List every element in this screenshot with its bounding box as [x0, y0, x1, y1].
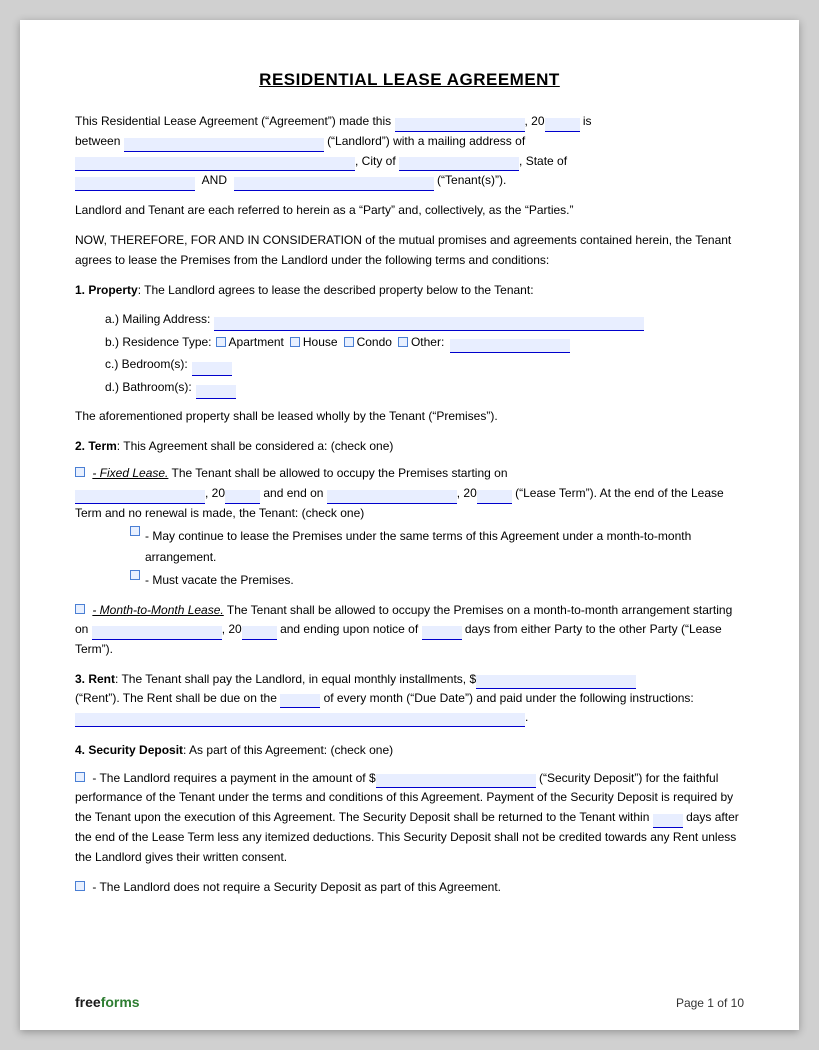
freeforms-logo: freeforms — [75, 994, 140, 1010]
house-checkbox-item: House — [290, 331, 338, 354]
section1-heading: 1. Property: The Landlord agrees to leas… — [75, 281, 744, 300]
premises-note: The aforementioned property shall be lea… — [75, 407, 744, 427]
house-label: House — [303, 331, 338, 354]
intro-paragraph: This Residential Lease Agreement (“Agree… — [75, 112, 744, 191]
landlord-name-field[interactable] — [124, 138, 324, 152]
sub-option-vacate: - Must vacate the Premises. — [130, 570, 744, 590]
security-deposit-amount-field[interactable] — [376, 774, 536, 788]
section2-heading: 2. Term: This Agreement shall be conside… — [75, 437, 744, 456]
logo-free: free — [75, 994, 101, 1010]
fixed-end-date-field[interactable] — [327, 490, 457, 504]
intro-line1: This Residential Lease Agreement (“Agree… — [75, 114, 391, 128]
parties-note: Landlord and Tenant are each referred to… — [75, 201, 744, 221]
other-label: Other: — [411, 331, 444, 354]
footer: freeforms Page 1 of 10 — [75, 994, 744, 1010]
state-field[interactable] — [75, 177, 195, 191]
apartment-label: Apartment — [229, 331, 284, 354]
house-checkbox[interactable] — [290, 337, 300, 347]
consideration-text: NOW, THEREFORE, FOR AND IN CONSIDERATION… — [75, 231, 744, 271]
condo-checkbox-item: Condo — [344, 331, 392, 354]
other-checkbox-item: Other: — [398, 331, 444, 354]
rent-amount-field[interactable] — [476, 675, 636, 689]
year-field[interactable] — [545, 118, 580, 132]
security-deposit-checkbox[interactable] — [75, 772, 85, 782]
security-deposit-option1: - The Landlord requires a payment in the… — [75, 769, 744, 868]
bathrooms-row: d.) Bathroom(s): — [105, 376, 744, 399]
fixed-end-year-field[interactable] — [477, 490, 512, 504]
security-return-days-field[interactable] — [653, 814, 683, 828]
vacate-checkbox[interactable] — [130, 570, 140, 580]
sub-option-continue: - May continue to lease the Premises und… — [130, 526, 744, 567]
notice-days-field[interactable] — [422, 626, 462, 640]
condo-label: Condo — [357, 331, 392, 354]
security-deposit-option2: - The Landlord does not require a Securi… — [75, 878, 744, 898]
month-start-field[interactable] — [92, 626, 222, 640]
city-field[interactable] — [399, 157, 519, 171]
bedrooms-row: c.) Bedroom(s): — [105, 353, 744, 376]
section3-heading: 3. Rent: The Tenant shall pay the Landlo… — [75, 670, 744, 728]
date-field[interactable] — [395, 118, 525, 132]
no-security-deposit-checkbox[interactable] — [75, 881, 85, 891]
fixed-start-year-field[interactable] — [225, 490, 260, 504]
address-row: a.) Mailing Address: — [105, 308, 744, 331]
property-list: a.) Mailing Address: b.) Residence Type:… — [105, 308, 744, 399]
month-to-month-block: - Month-to-Month Lease. The Tenant shall… — [75, 601, 744, 660]
bathrooms-field[interactable] — [196, 385, 236, 399]
payment-instructions-field[interactable] — [75, 713, 525, 727]
continue-checkbox[interactable] — [130, 526, 140, 536]
document-page: RESIDENTIAL LEASE AGREEMENT This Residen… — [20, 20, 799, 1030]
apartment-checkbox-item: Apartment — [216, 331, 284, 354]
condo-checkbox[interactable] — [344, 337, 354, 347]
due-date-field[interactable] — [280, 694, 320, 708]
page-number: Page 1 of 10 — [676, 996, 744, 1010]
section4-heading: 4. Security Deposit: As part of this Agr… — [75, 741, 744, 760]
logo-forms: forms — [101, 994, 140, 1010]
mailing-address-field[interactable] — [214, 317, 644, 331]
fixed-start-date-field[interactable] — [75, 490, 205, 504]
residence-type-row: b.) Residence Type: Apartment House Cond… — [105, 331, 744, 354]
tenant-name-field[interactable] — [234, 177, 434, 191]
other-field[interactable] — [450, 339, 570, 353]
bedrooms-field[interactable] — [192, 362, 232, 376]
fixed-lease-checkbox[interactable] — [75, 467, 85, 477]
fixed-lease-block: - Fixed Lease. The Tenant shall be allow… — [75, 464, 744, 591]
apartment-checkbox[interactable] — [216, 337, 226, 347]
fixed-lease-line: - Fixed Lease. The Tenant shall be allow… — [75, 464, 744, 523]
month-start-year-field[interactable] — [242, 626, 277, 640]
document-title: RESIDENTIAL LEASE AGREEMENT — [75, 70, 744, 90]
landlord-address-field[interactable] — [75, 157, 355, 171]
other-checkbox[interactable] — [398, 337, 408, 347]
month-checkbox[interactable] — [75, 604, 85, 614]
